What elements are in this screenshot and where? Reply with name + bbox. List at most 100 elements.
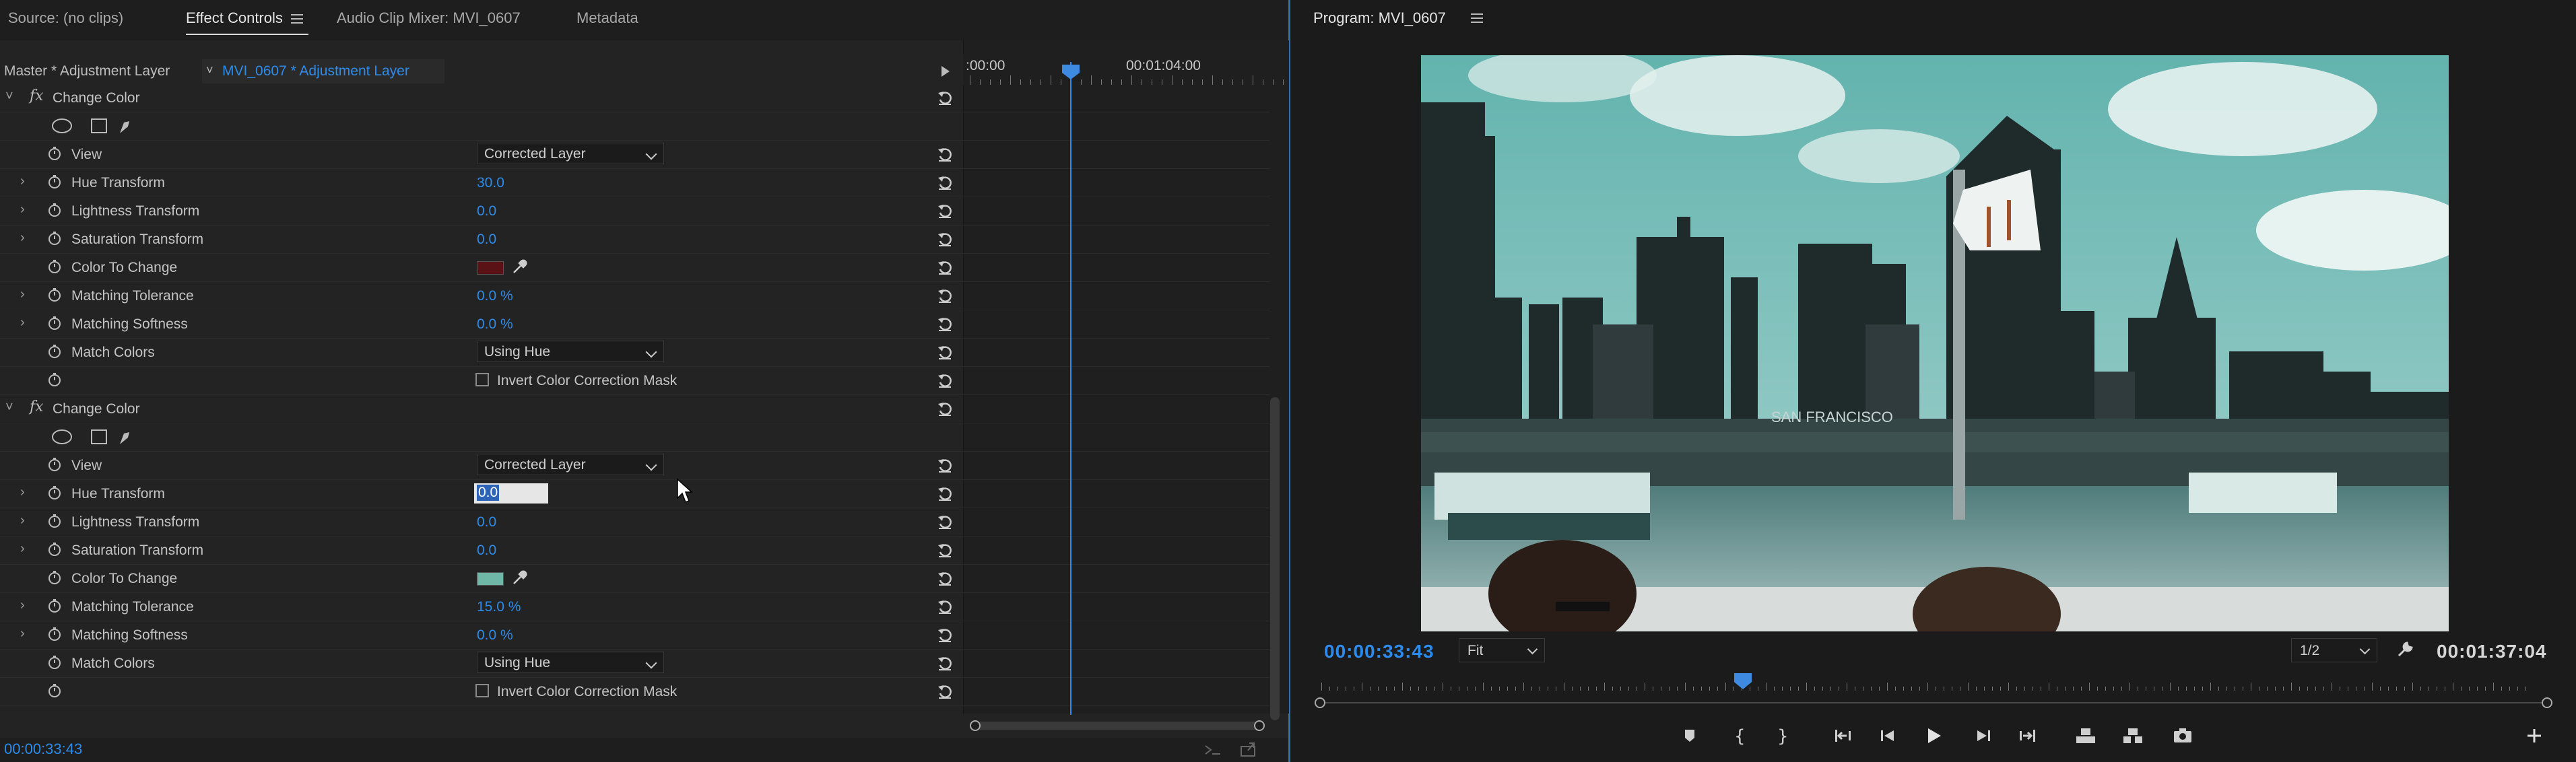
lift-button[interactable] [2074,724,2097,747]
stopwatch-icon[interactable] [47,514,62,528]
reset-icon[interactable] [936,626,954,644]
go-to-out-button[interactable] [2016,724,2039,747]
reset-icon[interactable] [936,145,954,163]
sequence-clip-tab[interactable]: ˅ MVI_0607 * Adjustment Layer [202,59,444,83]
tab-metadata[interactable]: Metadata [576,9,638,27]
add-marker-button[interactable] [1678,724,1701,747]
zoom-handle-left[interactable] [970,720,981,731]
property-value[interactable]: 0.0 % [477,288,513,304]
tab-effect-controls[interactable]: Effect Controls [186,9,303,27]
program-zoom-bar[interactable] [1320,702,2552,703]
effect-controls-timecode[interactable]: 00:00:33:43 [4,740,82,758]
chevron-right-icon[interactable]: › [20,315,25,331]
mark-in-button[interactable]: { [1727,724,1750,747]
reset-icon[interactable] [936,174,954,191]
property-dropdown[interactable]: Using Hue [477,341,664,362]
vertical-scrollbar[interactable] [1270,397,1280,720]
eyedropper-icon[interactable] [510,258,528,276]
reset-icon[interactable] [936,343,954,361]
stopwatch-icon[interactable] [47,627,62,642]
program-monitor-title[interactable]: Program: MVI_0607 [1313,9,1446,27]
chevron-right-icon[interactable]: › [20,541,25,557]
stopwatch-icon[interactable] [47,174,62,189]
stopwatch-icon[interactable] [47,203,62,217]
color-swatch[interactable] [477,261,504,275]
property-value[interactable]: 0.0 % [477,627,513,644]
stopwatch-icon[interactable] [47,542,62,557]
export-icon[interactable] [1239,740,1258,758]
stopwatch-icon[interactable] [47,485,62,500]
reset-icon[interactable] [936,372,954,389]
chevron-right-icon[interactable]: › [20,174,25,189]
reset-icon[interactable] [936,258,954,276]
property-dropdown[interactable]: Corrected Layer [477,143,664,164]
stopwatch-icon[interactable] [47,344,62,359]
wrench-icon[interactable] [2395,639,2415,660]
chevron-right-icon[interactable]: › [20,202,25,217]
property-value[interactable]: 15.0 % [477,599,521,615]
stopwatch-icon[interactable] [47,683,62,698]
stopwatch-icon[interactable] [47,457,62,472]
chevron-down-icon[interactable]: ˅ [206,63,213,77]
invert-mask-checkbox[interactable] [475,373,489,386]
property-value[interactable]: 0.0 [477,232,496,248]
property-value[interactable]: 0.0 [477,203,496,219]
color-swatch[interactable] [477,572,504,586]
reset-icon[interactable] [936,456,954,474]
effect-timeline-ruler[interactable]: :00:00 00:01:04:00 [963,54,1288,85]
reset-icon[interactable] [936,485,954,502]
reset-icon[interactable] [936,315,954,333]
program-menu-icon[interactable] [1471,13,1483,23]
mark-out-button[interactable]: } [1770,724,1793,747]
eyedropper-icon[interactable] [510,569,528,587]
export-frame-button[interactable] [2171,724,2194,747]
invert-mask-checkbox[interactable] [475,684,489,697]
stopwatch-icon[interactable] [47,655,62,670]
panel-menu-icon[interactable] [290,14,303,24]
chevron-down-icon[interactable]: ˅ [5,400,13,415]
master-clip-label[interactable]: Master * Adjustment Layer [4,63,170,79]
tab-audio-clip-mixer[interactable]: Audio Clip Mixer: MVI_0607 [337,9,521,27]
property-value[interactable]: 30.0 [477,175,504,191]
property-dropdown[interactable]: Corrected Layer [477,454,664,475]
fx-toggle-icon[interactable]: fx [30,88,44,104]
stopwatch-icon[interactable] [47,259,62,274]
step-forward-button[interactable] [1972,724,1995,747]
stopwatch-icon[interactable] [47,231,62,246]
reset-icon[interactable] [936,202,954,219]
fx-toggle-icon[interactable]: fx [30,399,44,415]
chevron-right-icon[interactable]: › [20,598,25,613]
chevron-right-icon[interactable]: › [20,287,25,302]
chevron-right-icon[interactable]: › [20,626,25,642]
program-video-frame[interactable]: SAN FRANCISCO [1421,55,2449,631]
extract-button[interactable] [2121,724,2144,747]
reset-icon[interactable] [936,89,954,106]
stopwatch-icon[interactable] [47,570,62,585]
tab-source[interactable]: Source: (no clips) [8,9,123,27]
stopwatch-icon[interactable] [47,316,62,331]
reset-icon[interactable] [936,569,954,587]
chevron-right-icon[interactable]: › [20,230,25,246]
chevron-down-icon[interactable]: ˅ [5,89,13,104]
playback-resolution-dropdown[interactable]: 1/2 [2291,638,2377,662]
go-to-in-button[interactable] [1832,724,1855,747]
current-timecode[interactable]: 00:00:33:43 [1324,641,1434,662]
property-value[interactable]: 0.0 [477,543,496,559]
horizontal-scrollbar[interactable] [974,722,1259,730]
stopwatch-icon[interactable] [47,146,62,161]
button-editor-add[interactable] [2523,724,2546,747]
effect-header[interactable]: ˅ fx Change Color [0,83,963,112]
property-dropdown[interactable]: Using Hue [477,652,664,673]
property-value[interactable]: 0.0 % [477,316,513,333]
property-value[interactable]: 0.0 [477,514,496,530]
chevron-right-icon[interactable]: › [20,513,25,528]
stopwatch-icon[interactable] [47,598,62,613]
reset-icon[interactable] [936,287,954,304]
play-button[interactable] [1922,724,1945,747]
reset-icon[interactable] [936,541,954,559]
reset-icon[interactable] [936,598,954,615]
filter-audio-icon[interactable] [1203,742,1223,758]
program-time-ruler[interactable] [1313,673,2552,691]
stopwatch-icon[interactable] [47,372,62,387]
reset-icon[interactable] [936,654,954,672]
